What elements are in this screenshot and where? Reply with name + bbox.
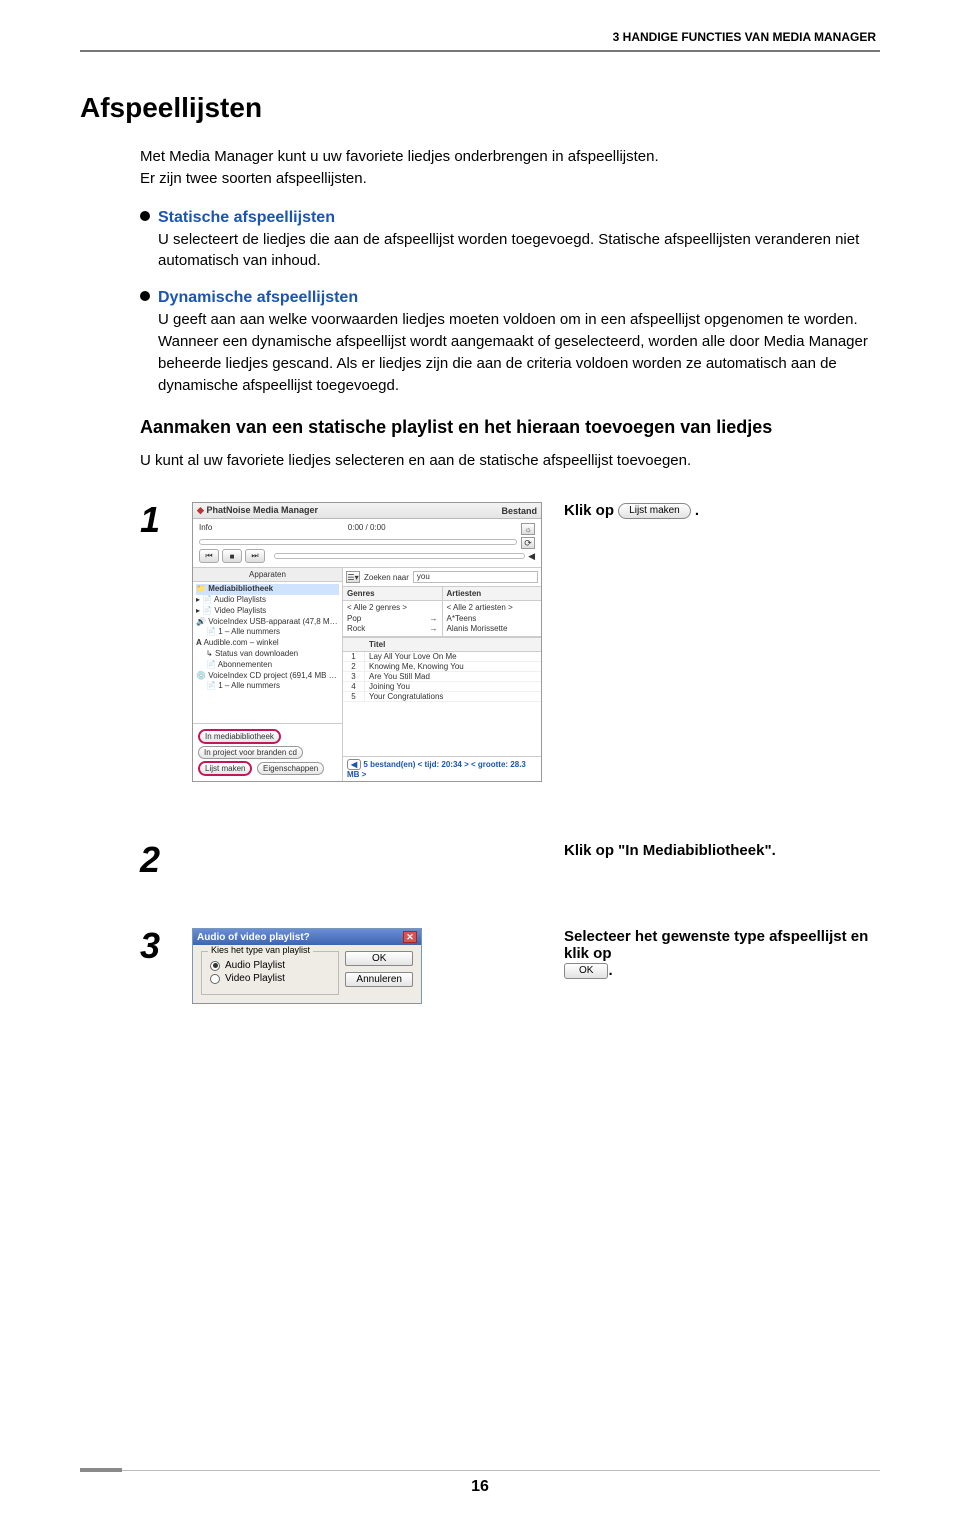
intro-line-1: Met Media Manager kunt u uw favoriete li…	[140, 148, 659, 165]
bullet-title-static: Statische afspeellijsten	[158, 206, 335, 229]
radio-video[interactable]: Video Playlist	[210, 973, 330, 984]
radio-audio[interactable]: Audio Playlist	[210, 960, 330, 971]
step-1: 1 ◆ PhatNoise Media Manager Bestand Info…	[80, 502, 880, 782]
repeat-icon[interactable]: ⟳	[521, 537, 535, 549]
step-number: 1	[140, 502, 170, 538]
next-button[interactable]: ⏭	[245, 549, 265, 563]
app-titlebar: ◆ PhatNoise Media Manager Bestand	[193, 503, 541, 519]
step-2-instruction: Klik op "In Mediabibliotheek".	[564, 842, 880, 859]
artists-list[interactable]: < Alle 2 artiesten > A*Teens Alanis Mori…	[443, 601, 542, 636]
bullet-icon	[140, 291, 150, 301]
eigenschappen-button[interactable]: Eigenschappen	[257, 762, 324, 775]
bullet-icon	[140, 211, 150, 221]
songcast-icon[interactable]: ☼	[521, 523, 535, 535]
intro-line-2: Er zijn twee soorten afspeellijsten.	[140, 170, 367, 187]
header-rule	[80, 50, 880, 52]
page-title: Afspeellijsten	[80, 92, 880, 124]
playlist-type-fieldset: Kies het type van playlist Audio Playlis…	[201, 951, 339, 995]
step-3: 3 Audio of video playlist? ✕ Kies het ty…	[80, 928, 880, 1004]
genres-header[interactable]: Genres	[343, 587, 442, 601]
status-bar: ◀ 5 bestand(en) < tijd: 20:34 > < groott…	[343, 756, 541, 781]
sidebar-header: Apparaten	[193, 568, 342, 582]
in-project-cd-button[interactable]: In project voor branden cd	[198, 746, 303, 759]
step-3-instruction: Selecteer het gewenste type afspeellijst…	[564, 928, 880, 979]
tracks-table[interactable]: Titel 1Lay All Your Love On Me 2Knowing …	[343, 637, 541, 756]
dialog-titlebar: Audio of video playlist? ✕	[193, 929, 421, 945]
lijst-maken-button[interactable]: Lijst maken	[198, 761, 252, 776]
sidebar-bottom-buttons: In mediabibliotheek In project voor bran…	[193, 723, 342, 781]
device-tree[interactable]: 📁 Mediabibliotheek ▸ 📄 Audio Playlists ▸…	[193, 582, 342, 723]
ok-button[interactable]: OK	[345, 951, 413, 966]
lijst-maken-inline-button: Lijst maken	[618, 503, 691, 519]
app-title-text: PhatNoise Media Manager	[206, 505, 318, 515]
dialog-title-text: Audio of video playlist?	[197, 932, 310, 943]
player-info-label: Info	[199, 523, 212, 535]
search-input[interactable]: you	[413, 571, 538, 583]
ok-inline-button: OK	[564, 963, 608, 979]
view-icon[interactable]: ☰▾	[346, 571, 360, 583]
artists-header[interactable]: Artiesten	[443, 587, 542, 601]
fieldset-legend: Kies het type van playlist	[208, 945, 313, 955]
main-panel: ☰▾ Zoeken naar you Genres < Alle 2 genre…	[343, 568, 541, 781]
player-panel: Info 0:00 / 0:00 ☼ ⟳ ⏮ ■ ⏭ ◀	[193, 519, 541, 568]
search-label: Zoeken naar	[364, 573, 409, 582]
app-menu-text: Bestand	[501, 506, 537, 516]
speaker-icon[interactable]: ◀	[528, 551, 535, 562]
step-number: 3	[140, 928, 170, 964]
bullet-body-static: U selecteert de liedjes die aan de afspe…	[140, 229, 880, 273]
chapter-header: 3 HANDIGE FUNCTIES VAN MEDIA MANAGER	[80, 30, 880, 50]
genres-list[interactable]: < Alle 2 genres > Pop→ Rock→	[343, 601, 442, 636]
subsection-text: U kunt al uw favoriete liedjes selectere…	[140, 450, 880, 472]
step-number: 2	[140, 842, 170, 878]
bullet-title-dynamic: Dynamische afspeellijsten	[158, 286, 358, 309]
app-screenshot: ◆ PhatNoise Media Manager Bestand Info 0…	[192, 502, 542, 782]
bullet-body-dynamic: U geeft aan aan welke voorwaarden liedje…	[140, 309, 880, 396]
page-footer: 16	[0, 1468, 960, 1496]
sidebar: Apparaten 📁 Mediabibliotheek ▸ 📄 Audio P…	[193, 568, 343, 781]
step-2: 2 Klik op "In Mediabibliotheek".	[80, 842, 880, 878]
stop-button[interactable]: ■	[222, 549, 242, 563]
page-number: 16	[0, 1478, 960, 1496]
player-time: 0:00 / 0:00	[348, 523, 386, 535]
subsection-title: Aanmaken van een statische playlist en h…	[140, 414, 880, 440]
close-icon[interactable]: ✕	[403, 931, 417, 943]
in-mediabibliotheek-button[interactable]: In mediabibliotheek	[198, 729, 281, 744]
prev-button[interactable]: ⏮	[199, 549, 219, 563]
progress-bar[interactable]	[199, 539, 517, 545]
step-1-instruction: Klik op Lijst maken .	[564, 502, 880, 519]
playlist-type-dialog: Audio of video playlist? ✕ Kies het type…	[192, 928, 422, 1004]
cancel-button[interactable]: Annuleren	[345, 972, 413, 987]
volume-bar[interactable]	[274, 553, 525, 559]
